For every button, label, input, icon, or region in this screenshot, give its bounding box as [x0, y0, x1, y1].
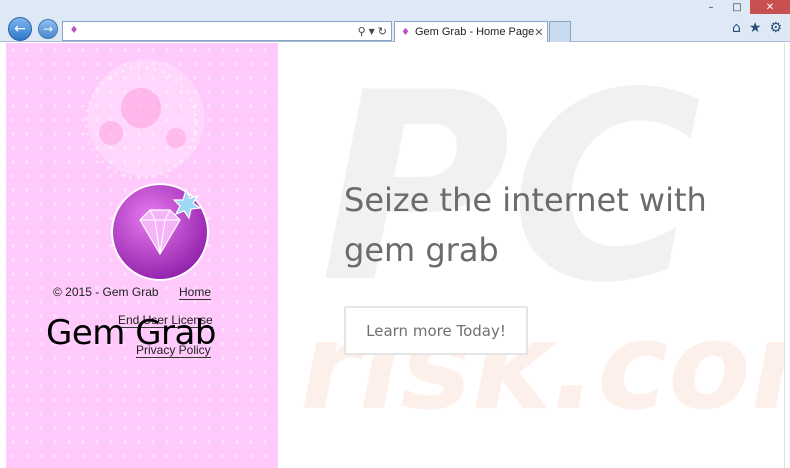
back-button[interactable]: ←	[8, 17, 32, 41]
tab-active[interactable]: ♦ Gem Grab - Home Page ✕	[394, 21, 548, 42]
gear-icon[interactable]: ⚙	[769, 20, 782, 36]
site-favicon-icon: ♦	[69, 25, 79, 36]
home-icon[interactable]: ⌂	[732, 20, 741, 36]
search-icon[interactable]: ⚲	[358, 25, 366, 38]
web-page: PC risk.com © 2015 - Gem Grab Home End U…	[0, 43, 790, 468]
forward-arrow-icon: →	[42, 22, 54, 36]
tab-title: Gem Grab - Home Page	[414, 26, 535, 38]
dropdown-icon[interactable]: ▼	[369, 27, 375, 36]
window-controls: – □ ✕	[698, 0, 790, 14]
browser-toolbar: ⌂ ★ ⚙	[732, 20, 782, 36]
address-input[interactable]	[81, 23, 358, 39]
copyright-text: © 2015 - Gem Grab	[53, 285, 159, 299]
hero-headline: Seize the internet with gem grab	[344, 181, 707, 269]
decorative-circles	[84, 66, 198, 180]
minimize-icon[interactable]: –	[698, 0, 724, 14]
star-icon[interactable]: ★	[749, 20, 762, 36]
gem-grab-logo-icon	[111, 183, 209, 281]
address-bar[interactable]: ♦ ⚲ ▼ ↻	[62, 21, 392, 41]
close-icon[interactable]: ✕	[750, 0, 790, 14]
home-link[interactable]: Home	[179, 285, 212, 300]
maximize-icon[interactable]: □	[724, 0, 750, 14]
tab-favicon-icon: ♦	[401, 26, 410, 38]
new-tab-button[interactable]	[549, 21, 571, 42]
tab-close-icon[interactable]: ✕	[534, 26, 543, 39]
forward-button[interactable]: →	[38, 19, 58, 39]
privacy-policy-link[interactable]: Privacy Policy	[136, 343, 211, 358]
page-right-edge	[784, 43, 790, 468]
browser-chrome: – □ ✕ ← → ♦ ⚲ ▼ ↻ ♦ Gem Grab - Home Page…	[0, 0, 790, 42]
learn-more-button[interactable]: Learn more Today!	[344, 306, 528, 355]
refresh-icon[interactable]: ↻	[378, 25, 387, 38]
back-arrow-icon: ←	[14, 21, 26, 37]
